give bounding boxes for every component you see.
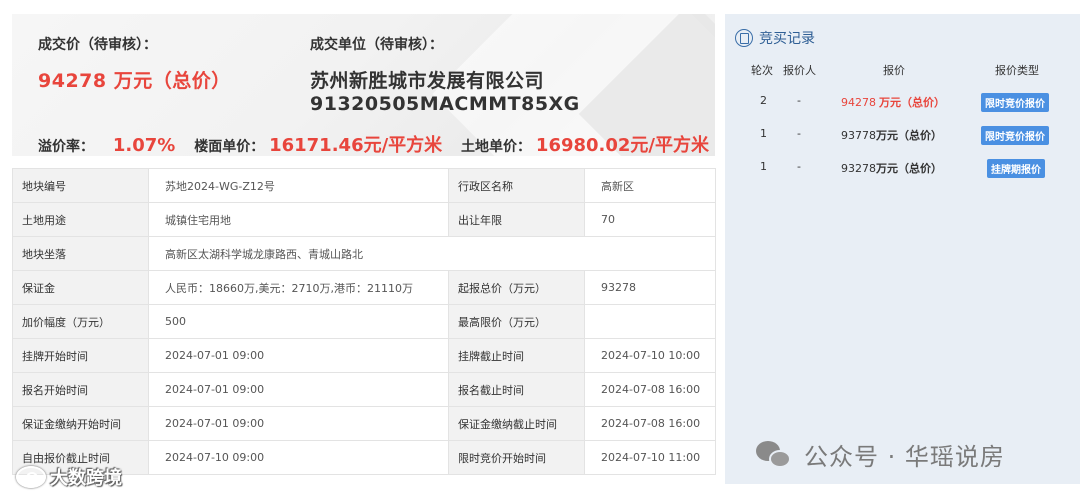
label-signup-end: 报名截止时间	[448, 372, 585, 407]
value-land-use: 城镇住宅用地	[148, 202, 449, 237]
record-icon	[735, 29, 753, 47]
table-row: 报名开始时间 2024-07-01 09:00 报名截止时间 2024-07-0…	[12, 372, 716, 407]
bid-record-header: 竞买记录	[735, 28, 815, 48]
col-bidder: 报价人	[783, 64, 816, 77]
value-parcel-no: 苏地2024-WG-Z12号	[148, 168, 449, 203]
bid-bidder: -	[797, 127, 801, 140]
value-timed-bid-start: 2024-07-10 11:00	[584, 440, 716, 475]
land-price-label: 土地单价：	[461, 139, 532, 155]
label-listing-end: 挂牌截止时间	[448, 338, 585, 373]
label-deposit: 保证金	[12, 270, 149, 305]
value-listing-end: 2024-07-10 10:00	[584, 338, 716, 373]
bid-bidder: -	[797, 160, 801, 173]
bid-round: 2	[760, 94, 767, 107]
table-row: 地块坐落 高新区太湖科学城龙康路西、青城山路北	[12, 236, 716, 271]
table-row: 加价幅度（万元） 500 最高限价（万元）	[12, 304, 716, 339]
label-location: 地块坐落	[12, 236, 149, 271]
table-row: 保证金缴纳开始时间 2024-07-01 09:00 保证金缴纳截止时间 202…	[12, 406, 716, 441]
watermark-text: 大数跨境	[50, 468, 122, 489]
source-watermark: 大数跨境	[16, 464, 122, 490]
value-deposit-pay-end: 2024-07-08 16:00	[584, 406, 716, 441]
deal-summary: 成交价（待审核）： 94278 万元（总价） 成交单位（待审核）： 苏州新胜城市…	[12, 14, 715, 156]
value-signup-end: 2024-07-08 16:00	[584, 372, 716, 407]
label-district: 行政区名称	[448, 168, 585, 203]
value-increment: 500	[148, 304, 449, 339]
value-start-price: 93278	[584, 270, 716, 305]
bid-price: 93778万元（总价）	[841, 129, 942, 142]
bid-type-tag: 挂牌期报价	[987, 159, 1045, 178]
bid-round: 1	[760, 127, 767, 140]
col-round: 轮次	[751, 64, 773, 77]
watermark-text: 公众号 · 华瑶说房	[804, 443, 1005, 471]
label-increment: 加价幅度（万元）	[12, 304, 149, 339]
bid-record-panel: 竞买记录 轮次 报价人 报价 报价类型 2 - 94278 万元（总价） 限时竞价…	[725, 14, 1080, 484]
label-deposit-pay-end: 保证金缴纳截止时间	[448, 406, 585, 441]
label-start-price: 起报总价（万元）	[448, 270, 585, 305]
label-parcel-no: 地块编号	[12, 168, 149, 203]
floor-price-value: 16171.46元/平方米	[269, 135, 443, 156]
table-row: 保证金 人民币：18660万,美元：2710万,港币：21110万 起报总价（万…	[12, 270, 716, 305]
deal-price-value: 94278 万元（总价）	[38, 70, 231, 92]
label-listing-start: 挂牌开始时间	[12, 338, 149, 373]
label-signup-start: 报名开始时间	[12, 372, 149, 407]
wechat-icon	[756, 439, 792, 471]
bid-bidder: -	[797, 94, 801, 107]
value-free-bid-end: 2024-07-10 09:00	[148, 440, 449, 475]
label-timed-bid-start: 限时竞价开始时间	[448, 440, 585, 475]
value-lease-term: 70	[584, 202, 716, 237]
table-row: 挂牌开始时间 2024-07-01 09:00 挂牌截止时间 2024-07-1…	[12, 338, 716, 373]
bid-type-tag: 限时竞价报价	[981, 126, 1049, 145]
value-district: 高新区	[584, 168, 716, 203]
winner-name: 苏州新胜城市发展有限公司	[310, 70, 545, 92]
wechat-watermark: 公众号 · 华瑶说房	[756, 437, 1005, 472]
value-deposit-pay-start: 2024-07-01 09:00	[148, 406, 449, 441]
premium-rate-value: 1.07%	[112, 135, 176, 156]
label-deposit-pay-start: 保证金缴纳开始时间	[12, 406, 149, 441]
land-price-value: 16980.02元/平方米	[535, 135, 710, 156]
bid-round: 1	[760, 160, 767, 173]
table-row: 土地用途 城镇住宅用地 出让年限 70	[12, 202, 716, 237]
value-deposit: 人民币：18660万,美元：2710万,港币：21110万	[148, 270, 449, 305]
label-land-use: 土地用途	[12, 202, 149, 237]
label-max-price: 最高限价（万元）	[448, 304, 585, 339]
label-lease-term: 出让年限	[448, 202, 585, 237]
bid-price: 94278 万元（总价）	[841, 96, 945, 109]
col-price: 报价	[883, 64, 905, 77]
winner-label: 成交单位（待审核）：	[310, 37, 443, 53]
bid-price: 93278万元（总价）	[841, 162, 942, 175]
value-max-price	[584, 304, 716, 339]
winner-credit-code: 91320505MACMMT85XG	[310, 93, 580, 115]
deal-price-label: 成交价（待审核）：	[38, 37, 157, 53]
col-type: 报价类型	[995, 64, 1039, 77]
value-location: 高新区太湖科学城龙康路西、青城山路北	[148, 236, 716, 271]
land-info-table: 地块编号 苏地2024-WG-Z12号 行政区名称 高新区 土地用途 城镇住宅用…	[12, 168, 716, 475]
premium-rate-label: 溢价率：	[38, 139, 94, 155]
bid-type-tag: 限时竞价报价	[981, 93, 1049, 112]
price-metrics: 溢价率： 1.07% 楼面单价： 16171.46元/平方米 土地单价： 169…	[38, 131, 709, 156]
table-row: 地块编号 苏地2024-WG-Z12号 行政区名称 高新区	[12, 168, 716, 203]
value-signup-start: 2024-07-01 09:00	[148, 372, 449, 407]
brand-logo-icon	[16, 466, 46, 488]
floor-price-label: 楼面单价：	[194, 139, 265, 155]
value-listing-start: 2024-07-01 09:00	[148, 338, 449, 373]
bid-record-title: 竞买记录	[759, 31, 815, 47]
